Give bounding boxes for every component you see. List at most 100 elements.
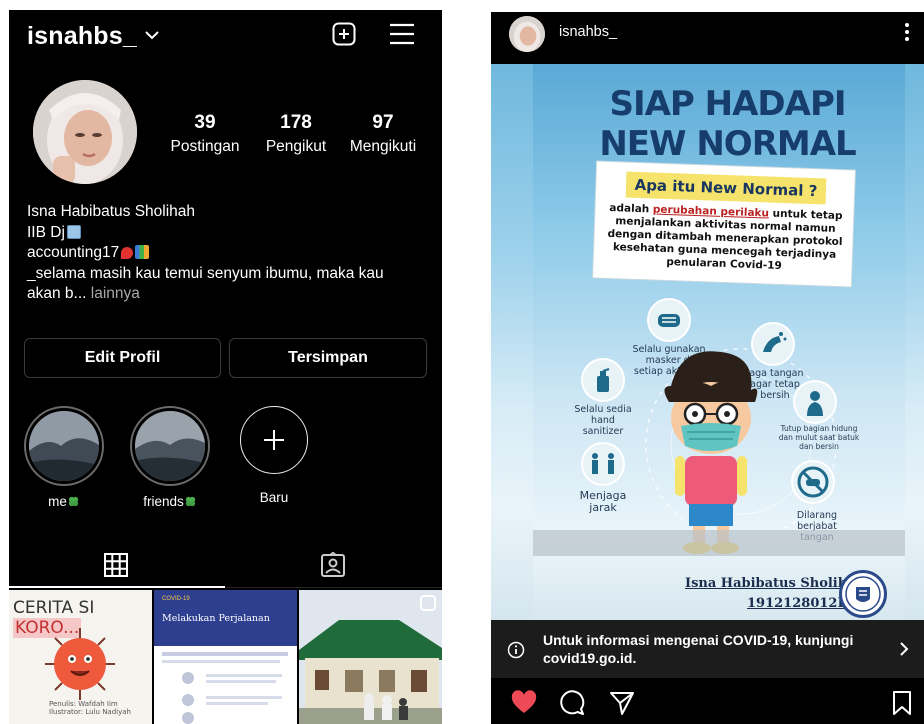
menu-icon[interactable] xyxy=(389,23,415,45)
followers-label: Pengikut xyxy=(265,138,327,155)
post-header: isnahbs_ xyxy=(491,12,924,64)
posts-label: Postingan xyxy=(170,138,240,155)
highlight-friends-label: friends xyxy=(130,494,210,509)
highlight-new-label: Baru xyxy=(259,490,289,505)
thumb2-header: COVID-19 Melakukan Perjalanan xyxy=(154,590,297,646)
post-screen: isnahbs_ SIAP HADAPI NEW NORMAL Apa itu … xyxy=(491,12,924,724)
active-tab-indicator xyxy=(9,586,225,588)
pushpin-emoji-icon xyxy=(121,247,134,259)
highlight-me[interactable]: me xyxy=(24,406,104,509)
thumb2-line xyxy=(162,660,280,663)
thumb2-header-text: COVID-19 xyxy=(162,596,190,602)
school-building-photo xyxy=(299,590,442,724)
profile-avatar[interactable] xyxy=(33,80,137,184)
post-avatar[interactable] xyxy=(509,16,545,52)
tab-divider xyxy=(225,587,442,588)
highlight-ring xyxy=(130,406,210,486)
comment-icon[interactable] xyxy=(559,690,585,716)
thumb2-line xyxy=(206,696,282,699)
poster-title-line2: NEW NORMAL xyxy=(599,124,856,164)
poster-title-line1: SIAP HADAPI xyxy=(609,84,846,124)
highlight-friends-text: friends xyxy=(143,494,184,509)
highlight-ring xyxy=(24,406,104,486)
post-thumbnail-3[interactable] xyxy=(299,590,442,724)
highlight-new[interactable]: Baru xyxy=(234,406,314,505)
thumb2-line xyxy=(206,680,276,683)
poster-author: Isna Habibatus Sholihah xyxy=(685,576,866,591)
thumb2-line xyxy=(206,674,282,677)
university-seal-logo xyxy=(839,570,887,618)
post-username[interactable]: isnahbs_ xyxy=(559,24,617,40)
profile-top-bar: isnahbs_ xyxy=(9,10,442,58)
covid-info-text: Untuk informasi mengenai COVID-19, kunju… xyxy=(543,632,854,666)
office-building-emoji-icon xyxy=(66,224,81,239)
post-thumbnail-2[interactable]: COVID-19 Melakukan Perjalanan xyxy=(154,590,297,724)
mask-icon xyxy=(658,314,680,327)
virus-illustration xyxy=(45,628,115,700)
thumb2-line xyxy=(206,702,268,705)
thumb2-line xyxy=(162,652,288,656)
bio-line-4-text: akan b... xyxy=(27,285,87,302)
heart-liked-icon[interactable] xyxy=(511,690,537,716)
covid-info-banner[interactable]: Untuk informasi mengenai COVID-19, kunju… xyxy=(491,620,924,678)
following-label: Mengikuti xyxy=(349,138,417,155)
child-with-mask-illustration xyxy=(664,351,758,554)
saved-button[interactable]: Tersimpan xyxy=(229,338,427,378)
handshake-circle xyxy=(793,462,833,502)
thumb2-bullet-icon xyxy=(182,712,194,724)
poster-floor xyxy=(533,530,905,556)
share-icon[interactable] xyxy=(609,690,635,716)
definition-part-a: adalah xyxy=(609,201,654,216)
books-emoji-icon xyxy=(135,245,150,259)
chevron-right-icon[interactable] xyxy=(898,642,910,656)
no-handshake-icon xyxy=(797,466,829,498)
clover-icon xyxy=(185,496,195,507)
distance-circle xyxy=(583,444,623,484)
chevron-down-icon[interactable] xyxy=(143,26,161,44)
thumb1-caption: Penulis: Wafdah Iim Ilustrator: Lulu Nad… xyxy=(49,700,131,716)
new-post-icon[interactable] xyxy=(332,22,356,46)
bio-line-1: IIB Dj xyxy=(27,223,437,244)
profile-username[interactable]: isnahbs_ xyxy=(27,22,137,51)
highlight-me-label: me xyxy=(24,494,104,509)
bio-name: Isna Habibatus Sholihah xyxy=(27,203,196,220)
cover-cough-icon xyxy=(807,391,823,416)
post-thumbnail-1[interactable]: CERITA SI KORO... Penulis: Wafdah Iim Il… xyxy=(9,590,152,724)
cough-circle xyxy=(795,382,835,422)
tip-distance-text: Menjaga jarak xyxy=(579,489,627,514)
bookmark-icon[interactable] xyxy=(889,690,915,716)
thumb2-bullet-icon xyxy=(182,672,194,684)
profile-bio: Isna Habibatus Sholihah IIB Dj accountin… xyxy=(27,202,437,305)
grid-icon[interactable] xyxy=(103,552,129,578)
highlight-cover-image xyxy=(29,411,99,481)
highlight-cover-image xyxy=(135,411,205,481)
thumb2-title: Melakukan Perjalanan xyxy=(162,613,270,624)
info-icon xyxy=(507,641,525,659)
edit-profile-button[interactable]: Edit Profil xyxy=(24,338,221,378)
highlight-me-text: me xyxy=(48,494,67,509)
profile-screen: isnahbs_ 39 Postingan 178 Pengikut 97 Me… xyxy=(9,10,442,724)
post-image-new-normal-poster[interactable]: SIAP HADAPI NEW NORMAL Apa itu New Norma… xyxy=(491,64,924,620)
bio-more-link[interactable]: lainnya xyxy=(91,285,140,302)
clover-icon xyxy=(68,496,79,507)
followers-value: 178 xyxy=(280,112,312,133)
poster-nim: 1912128012P xyxy=(747,596,848,611)
posts-value: 39 xyxy=(194,112,216,133)
thumb2-bullet-icon xyxy=(182,694,194,706)
sanitizer-circle xyxy=(583,360,623,400)
posts-count[interactable]: 39 Postingan xyxy=(164,112,246,156)
following-count[interactable]: 97 Mengikuti xyxy=(339,112,427,156)
more-options-icon[interactable] xyxy=(904,22,910,42)
tagged-icon[interactable] xyxy=(320,552,346,578)
profile-tabs xyxy=(9,542,442,588)
new-highlight-ring xyxy=(240,406,308,474)
highlight-friends[interactable]: friends xyxy=(130,406,210,509)
hand-sanitizer-icon xyxy=(597,368,610,392)
mask-circle xyxy=(649,300,689,340)
social-distance-icon xyxy=(592,453,614,474)
followers-count[interactable]: 178 Pengikut xyxy=(256,112,336,156)
profile-stats: 39 Postingan 178 Pengikut 97 Mengikuti xyxy=(159,112,429,162)
tip-sanitizer-text: Selalu sedia hand sanitizer xyxy=(574,404,632,437)
bio-line-3: _selama masih kau temui senyum ibumu, ma… xyxy=(27,264,384,282)
poster-definition-text: adalah perubahan perilaku untuk tetap me… xyxy=(598,202,852,276)
